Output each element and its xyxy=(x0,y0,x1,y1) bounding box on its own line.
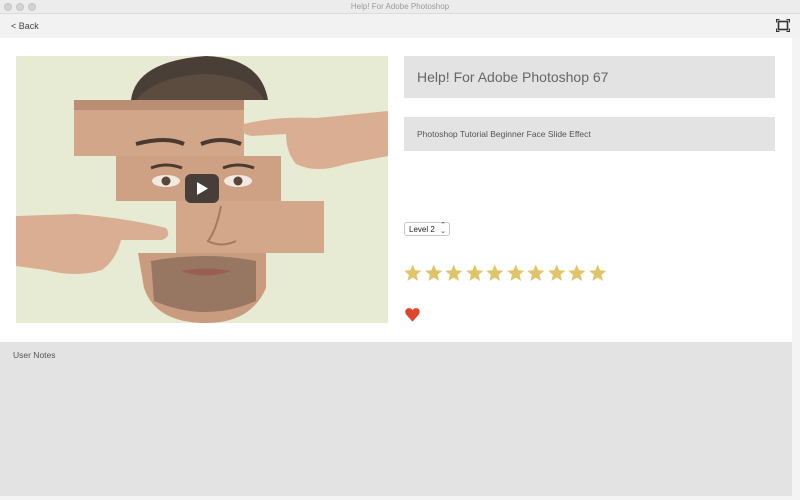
window-title: Help! For Adobe Photoshop xyxy=(350,2,450,11)
star-icon[interactable] xyxy=(403,263,423,283)
star-icon[interactable] xyxy=(465,263,485,283)
lesson-detail: Help! For Adobe Photoshop 67 Photoshop T… xyxy=(0,38,792,342)
star-rating[interactable] xyxy=(403,263,607,285)
stepper-arrows-icon: ⌃ ⌄ xyxy=(440,222,446,235)
lesson-title-box: Help! For Adobe Photoshop 67 xyxy=(404,56,775,98)
star-icon[interactable] xyxy=(485,263,505,283)
back-button[interactable]: < Back xyxy=(11,21,39,31)
scrollbar[interactable] xyxy=(792,38,800,500)
star-icon[interactable] xyxy=(444,263,464,283)
window-titlebar: Help! For Adobe Photoshop xyxy=(0,0,800,14)
level-select[interactable]: Level 2 ⌃ ⌄ xyxy=(404,222,450,236)
user-notes-label: User Notes xyxy=(13,350,56,360)
user-notes-area[interactable]: User Notes xyxy=(0,342,792,496)
level-select-value: Level 2 xyxy=(409,225,435,234)
toolbar: < Back xyxy=(0,14,800,38)
star-icon[interactable] xyxy=(506,263,526,283)
bottom-edge xyxy=(0,496,792,500)
lesson-description-box: Photoshop Tutorial Beginner Face Slide E… xyxy=(404,117,775,151)
nose-strip xyxy=(176,201,324,253)
forehead-strip xyxy=(74,100,244,156)
play-button[interactable] xyxy=(185,174,219,203)
lesson-title: Help! For Adobe Photoshop 67 xyxy=(417,69,609,85)
star-icon[interactable] xyxy=(424,263,444,283)
video-thumbnail[interactable] xyxy=(16,56,388,323)
star-icon[interactable] xyxy=(588,263,608,283)
lesson-description: Photoshop Tutorial Beginner Face Slide E… xyxy=(417,129,591,139)
heart-icon[interactable] xyxy=(404,306,421,323)
star-icon[interactable] xyxy=(547,263,567,283)
star-icon[interactable] xyxy=(526,263,546,283)
star-icon[interactable] xyxy=(567,263,587,283)
fullscreen-icon[interactable] xyxy=(775,18,791,33)
play-icon xyxy=(197,182,208,195)
